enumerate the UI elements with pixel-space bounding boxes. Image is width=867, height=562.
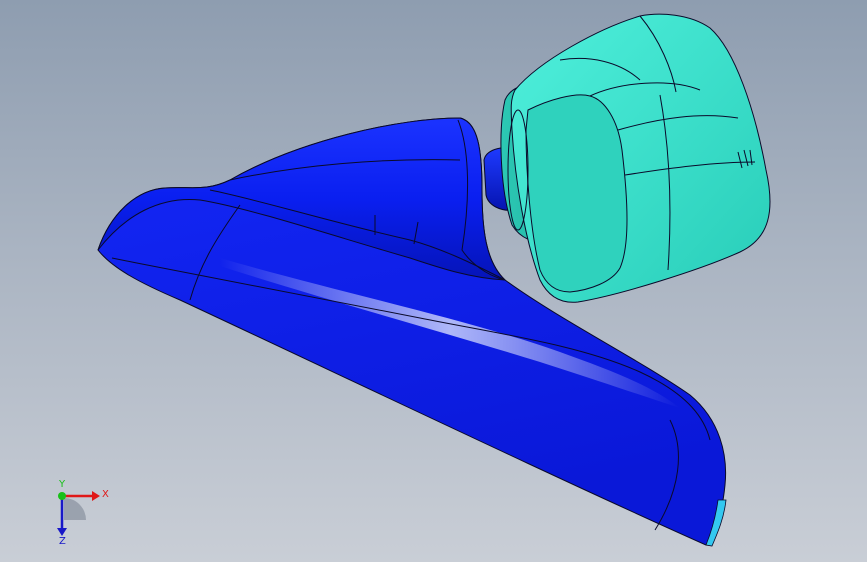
y-axis-label: Y: [58, 479, 66, 490]
x-axis-label: X: [102, 489, 109, 500]
camera-front-panel: [525, 94, 628, 293]
camera-housing[interactable]: [500, 13, 771, 303]
x-axis-arrow: [92, 491, 100, 501]
triad-shadow: [64, 498, 86, 520]
z-axis-label: Z: [59, 536, 66, 547]
graphics-viewport[interactable]: X Z Y: [0, 0, 867, 562]
z-axis-arrow: [57, 528, 67, 536]
model-view[interactable]: [0, 0, 867, 562]
orientation-triad: X Z Y: [57, 479, 109, 547]
y-axis-marker: [58, 492, 66, 500]
